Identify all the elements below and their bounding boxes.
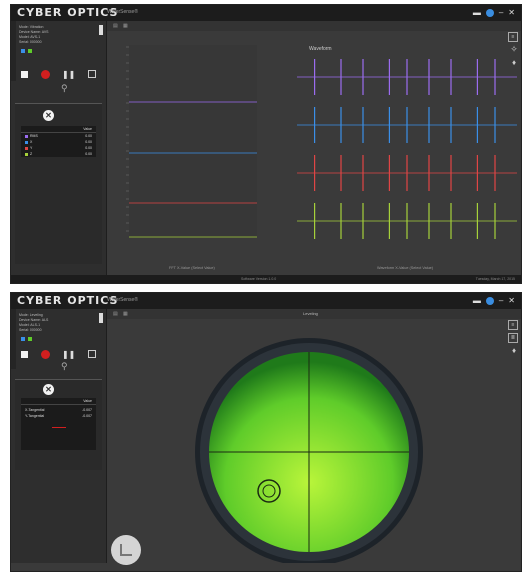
row-value: 0.00 [85, 140, 92, 144]
view-toggle-button[interactable] [111, 535, 141, 565]
value-column-header: Value [21, 126, 96, 133]
status-indicator [51, 427, 66, 428]
app-logo-subtitle: WaferSense® [107, 9, 139, 15]
leveling-window: CYBER OPTICS WaferSense® ▬ – ✕ Mode: Lev… [10, 292, 522, 572]
close-button[interactable]: ✕ [508, 296, 515, 306]
table-row: Z 0.00 [21, 151, 96, 157]
app-logo-subtitle: WaferSense® [107, 297, 139, 303]
data-panel: ✕ Value X-Tangential -0.007 Y-Tangential… [15, 379, 102, 470]
series-swatch [25, 140, 28, 144]
close-button[interactable]: ✕ [508, 8, 515, 18]
info-serial: Serial: 000000 [19, 40, 42, 44]
fft-footer: FFT X-Value (Select Value) [169, 266, 216, 270]
window-controls: ▬ – ✕ [473, 8, 515, 18]
row-label: X [30, 140, 33, 144]
fft-plot [129, 45, 257, 237]
app-logo: CYBER OPTICS [17, 294, 119, 307]
info-icon[interactable] [485, 297, 494, 305]
waveform-z [297, 203, 517, 239]
table-row: X-Tangential -0.007 [21, 405, 96, 413]
row-value: -0.007 [82, 408, 92, 412]
record-button[interactable] [40, 69, 50, 79]
stop-button[interactable] [21, 350, 29, 358]
info-icon[interactable] [485, 9, 494, 17]
status-date: Tuesday, March 17, 2015 [475, 277, 515, 281]
battery-icon [21, 49, 25, 53]
row-value: -0.007 [82, 414, 92, 418]
message-icon[interactable]: ▬ [473, 296, 481, 306]
sidebar: Mode: Vibration Device Name: AVS Model: … [11, 21, 107, 275]
info-serial: Serial: 000000 [19, 328, 42, 332]
close-panel-icon[interactable]: ✕ [43, 384, 54, 395]
title-bar: CYBER OPTICS WaferSense® ▬ – ✕ [11, 293, 521, 309]
pause-button[interactable]: ❚❚ [62, 350, 75, 359]
row-value: 0.00 [85, 134, 92, 138]
gauge-title: Leveling [303, 311, 318, 316]
waveform-x [297, 107, 517, 143]
vibration-window: CYBER OPTICS WaferSense® ▬ – ✕ Mode: Vib… [10, 4, 522, 284]
minimize-button[interactable]: – [499, 8, 503, 18]
sidebar: Mode: Leveling Device Name: ALS Model: A… [11, 309, 107, 563]
message-icon[interactable]: ▬ [473, 8, 481, 18]
minimize-button[interactable]: – [499, 296, 503, 306]
stop-button[interactable] [21, 70, 29, 78]
device-info: Mode: Vibration Device Name: AVS Model: … [19, 25, 49, 45]
chart-area: Waveform FFT X-Value (Select Value) Wave… [126, 45, 517, 270]
battery-icon [21, 337, 25, 341]
fft-grid [126, 46, 129, 232]
snapshot-button[interactable] [87, 350, 96, 358]
app-logo: CYBER OPTICS [17, 6, 119, 19]
value-table: Value RMS 0.00 X 0.00 Y 0.00 Z 0.00 [21, 126, 96, 157]
connection-toggle[interactable] [99, 25, 103, 35]
value-table: Value X-Tangential -0.007 Y-Tangential -… [21, 398, 96, 450]
link-icon[interactable]: ⚲ [61, 83, 68, 94]
waveform-y [297, 155, 517, 191]
device-info: Mode: Leveling Device Name: ALS Model: A… [19, 313, 48, 333]
value-column-header: Value [21, 398, 96, 405]
title-bar: CYBER OPTICS WaferSense® ▬ – ✕ [11, 5, 521, 21]
close-panel-icon[interactable]: ✕ [43, 110, 54, 121]
playback-controls: ❚❚ [15, 65, 102, 83]
series-swatch [25, 146, 28, 150]
status-icons [21, 49, 32, 53]
status-icons [21, 337, 32, 341]
record-button[interactable] [40, 349, 50, 359]
row-value: 0.00 [85, 152, 92, 156]
connection-toggle[interactable] [99, 313, 103, 323]
toolbar-icon[interactable]: ▤ [113, 23, 118, 29]
status-bar: Software Version 1.0.0 Tuesday, March 17… [11, 275, 521, 283]
row-value: 0.00 [85, 146, 92, 150]
waveform-plots [297, 59, 517, 239]
signal-icon [28, 337, 32, 341]
row-label: Y-Tangential [25, 414, 45, 418]
waveform-footer: Waveform X-Value (Select Value) [377, 266, 434, 270]
toolbar: ▤ ▦ [107, 21, 521, 31]
row-label: Z [30, 152, 33, 156]
pause-button[interactable]: ❚❚ [62, 70, 75, 79]
table-row: Y-Tangential -0.007 [21, 413, 96, 419]
link-icon[interactable]: ⚲ [61, 361, 68, 372]
row-label: Y [30, 146, 33, 150]
software-version: Software Version 1.0.0 [241, 277, 277, 281]
toolbar-icon[interactable]: ▦ [123, 23, 128, 29]
row-label: RMS [30, 134, 38, 138]
row-label: X-Tangential [25, 408, 45, 412]
waveform-title: Waveform [309, 46, 332, 52]
snapshot-button[interactable] [87, 70, 96, 78]
waveform-rms [297, 59, 517, 95]
level-gauge-area: Leveling [195, 311, 423, 563]
data-panel: ✕ Value RMS 0.00 X 0.00 Y 0.00 Z 0.00 [15, 103, 102, 264]
series-swatch [25, 134, 28, 138]
signal-icon [28, 49, 32, 53]
playback-controls: ❚❚ [15, 345, 102, 363]
series-swatch [25, 152, 28, 156]
window-controls: ▬ – ✕ [473, 296, 515, 306]
